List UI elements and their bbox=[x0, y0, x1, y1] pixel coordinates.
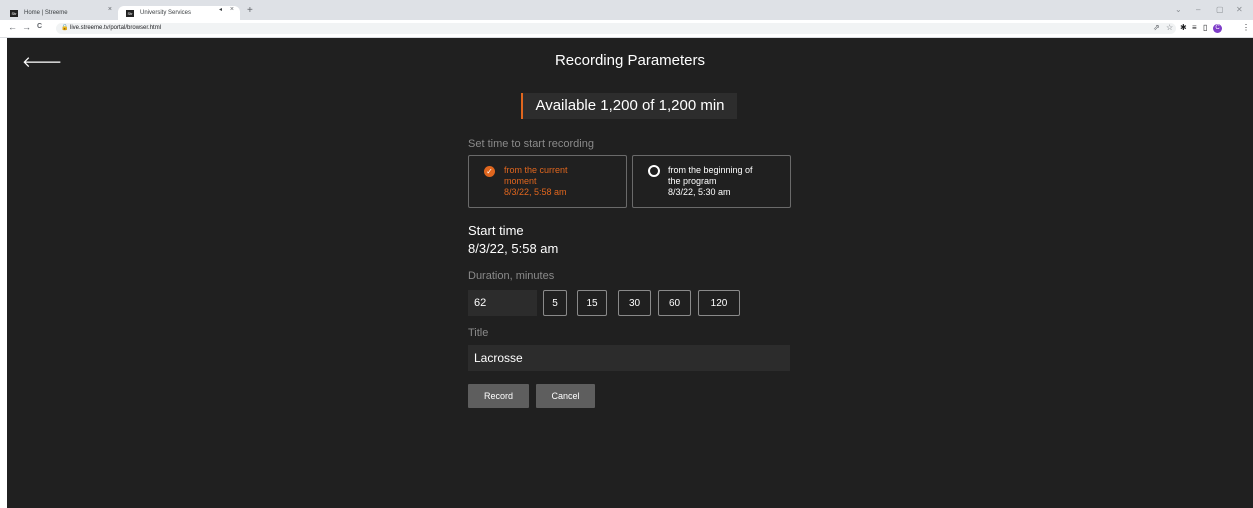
tab-university-services[interactable]: Str University Services ◂ × bbox=[118, 6, 240, 20]
reading-list-icon[interactable]: ≡ bbox=[1192, 23, 1197, 32]
close-tab-icon[interactable]: × bbox=[108, 6, 112, 13]
recording-parameters-page: 🡐 Recording Parameters Available 1,200 o… bbox=[7, 38, 1253, 508]
reload-icon[interactable]: C bbox=[37, 23, 42, 30]
audio-playing-icon[interactable]: ◂ bbox=[219, 6, 222, 13]
duration-preset-120[interactable]: 120 bbox=[698, 290, 740, 316]
duration-preset-30[interactable]: 30 bbox=[618, 290, 651, 316]
browser-tab-bar: Str Home | Streeme × Str University Serv… bbox=[0, 0, 1253, 20]
option-line-1: from the beginning of bbox=[668, 165, 753, 175]
option-time: 8/3/22, 5:30 am bbox=[668, 187, 731, 197]
duration-input[interactable] bbox=[468, 290, 537, 316]
close-tab-icon[interactable]: × bbox=[230, 6, 234, 13]
option-program-beginning[interactable]: from the beginning of the program 8/3/22… bbox=[632, 155, 791, 208]
available-minutes-badge: Available 1,200 of 1,200 min bbox=[521, 93, 737, 119]
start-time-value: 8/3/22, 5:58 am bbox=[468, 241, 559, 256]
browser-back-icon[interactable]: ← bbox=[8, 22, 17, 32]
tab-label: Home | Streeme bbox=[24, 10, 68, 16]
option-line-1: from the current bbox=[504, 165, 568, 175]
cancel-button[interactable]: Cancel bbox=[536, 384, 595, 408]
option-line-2: the program bbox=[668, 176, 717, 186]
streeme-favicon-icon: Str bbox=[126, 9, 134, 17]
duration-preset-60[interactable]: 60 bbox=[658, 290, 691, 316]
duration-preset-15[interactable]: 15 bbox=[577, 290, 607, 316]
tab-search-icon[interactable]: ⌄ bbox=[1175, 5, 1182, 14]
tab-home-streeme[interactable]: Str Home | Streeme × bbox=[10, 6, 118, 20]
lock-icon: 🔒 bbox=[61, 25, 69, 31]
minimize-icon[interactable]: – bbox=[1196, 5, 1200, 14]
option-current-moment[interactable]: ✓ from the current moment 8/3/22, 5:58 a… bbox=[468, 155, 627, 208]
bookmark-star-icon[interactable]: ☆ bbox=[1166, 23, 1173, 32]
page-title: Recording Parameters bbox=[554, 52, 706, 69]
side-panel-icon[interactable]: ▯ bbox=[1203, 23, 1207, 32]
title-label: Title bbox=[468, 327, 489, 339]
duration-label: Duration, minutes bbox=[468, 270, 555, 282]
restore-icon[interactable]: ▢ bbox=[1216, 5, 1224, 14]
set-time-label: Set time to start recording bbox=[468, 138, 594, 150]
start-time-label: Start time bbox=[468, 223, 524, 238]
window-close-icon[interactable]: ✕ bbox=[1236, 5, 1243, 14]
option-line-2: moment bbox=[504, 176, 537, 186]
profile-avatar[interactable]: C bbox=[1213, 24, 1222, 33]
chrome-menu-icon[interactable]: ⋮ bbox=[1242, 23, 1250, 32]
address-bar[interactable]: 🔒 live.streeme.tv/portal/browser.html bbox=[56, 23, 1176, 34]
new-tab-icon[interactable]: + bbox=[247, 5, 253, 16]
share-icon[interactable]: ⇗ bbox=[1153, 23, 1160, 32]
radio-unchecked-icon bbox=[648, 165, 660, 177]
streeme-favicon-icon: Str bbox=[10, 9, 18, 17]
record-button[interactable]: Record bbox=[468, 384, 529, 408]
tab-label: University Services bbox=[140, 10, 192, 16]
option-time: 8/3/22, 5:58 am bbox=[504, 187, 567, 197]
url-text: live.streeme.tv/portal/browser.html bbox=[70, 25, 162, 31]
radio-checked-icon: ✓ bbox=[484, 166, 495, 177]
duration-preset-5[interactable]: 5 bbox=[543, 290, 567, 316]
extensions-icon[interactable]: ✱ bbox=[1180, 23, 1187, 32]
browser-toolbar: ← → C 🔒 live.streeme.tv/portal/browser.h… bbox=[0, 20, 1253, 38]
browser-forward-icon[interactable]: → bbox=[22, 22, 31, 32]
title-input[interactable] bbox=[468, 345, 790, 371]
